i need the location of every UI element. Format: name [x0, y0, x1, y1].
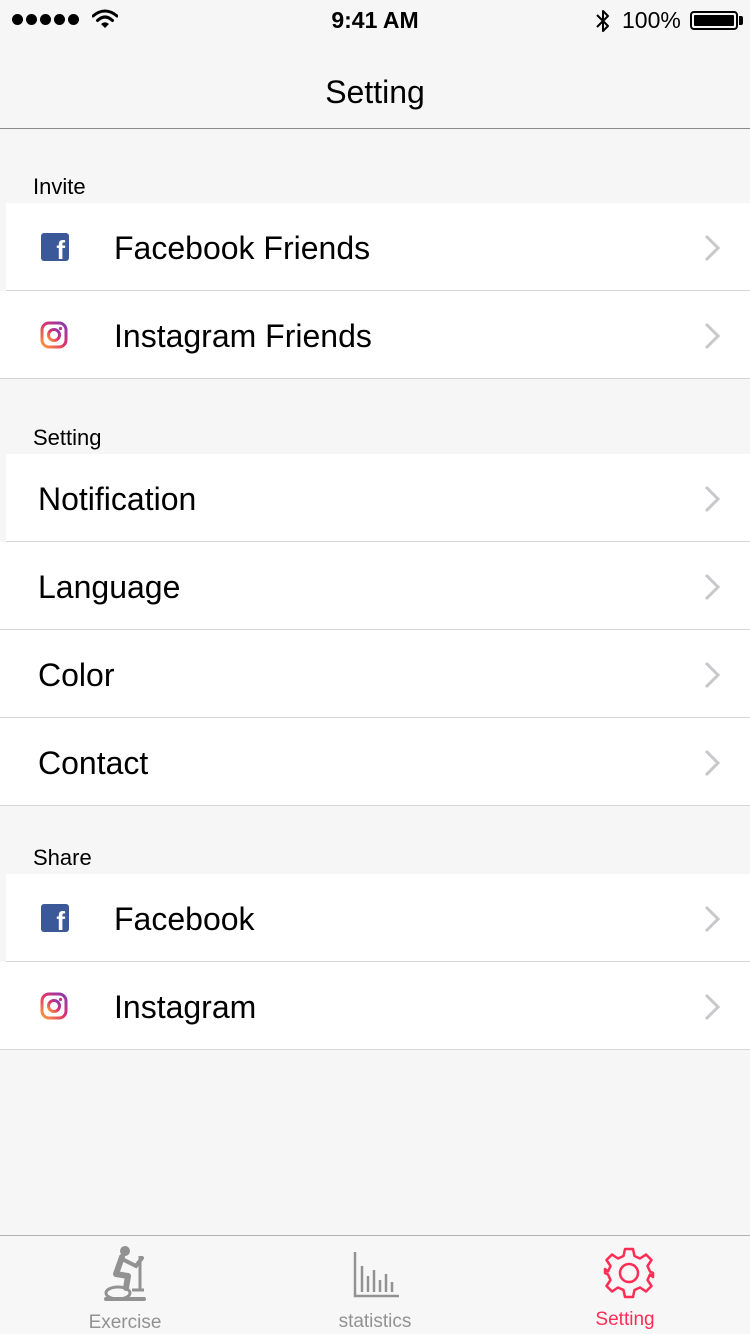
row-label: Instagram [114, 989, 257, 1025]
row-share-facebook[interactable]: f Facebook [6, 874, 750, 962]
row-contact[interactable]: Contact [0, 718, 750, 806]
facebook-icon: f [41, 904, 69, 932]
tab-label: Exercise [88, 1312, 162, 1333]
chevron-right-icon [704, 749, 720, 777]
bluetooth-icon [596, 10, 609, 32]
tab-statistics[interactable]: statistics [250, 1236, 500, 1334]
bar-chart-icon [353, 1252, 399, 1298]
tab-label: Setting [595, 1309, 655, 1330]
tab-bar: Exercise statistics Setting [0, 1235, 750, 1334]
row-label: Facebook [114, 901, 255, 937]
chevron-right-icon [704, 905, 720, 933]
chevron-right-icon [704, 993, 720, 1021]
battery-icon [690, 11, 738, 30]
instagram-icon [40, 992, 68, 1020]
row-instagram-friends[interactable]: Instagram Friends [0, 291, 750, 379]
gear-icon [603, 1247, 655, 1299]
chevron-right-icon [704, 485, 720, 513]
row-notification[interactable]: Notification [6, 454, 750, 542]
chevron-right-icon [704, 661, 720, 689]
row-label: Facebook Friends [114, 230, 371, 266]
section-header-share: Share [33, 845, 92, 870]
row-color[interactable]: Color [0, 630, 750, 718]
row-language[interactable]: Language [0, 542, 750, 630]
tab-label: statistics [338, 1311, 412, 1332]
page-title: Setting [325, 74, 425, 110]
navigation-bar: Setting [0, 40, 750, 129]
settings-list: Invite f Facebook Friends Instagram Frie… [0, 129, 750, 1235]
row-share-instagram[interactable]: Instagram [0, 962, 750, 1050]
tab-exercise[interactable]: Exercise [0, 1236, 250, 1334]
chevron-right-icon [704, 234, 720, 262]
facebook-icon: f [41, 233, 69, 261]
row-label: Language [38, 569, 181, 605]
section-header-invite: Invite [33, 174, 86, 199]
instagram-icon [40, 321, 68, 349]
section-header-setting: Setting [33, 425, 102, 450]
row-facebook-friends[interactable]: f Facebook Friends [6, 203, 750, 291]
row-label: Contact [38, 745, 149, 781]
chevron-right-icon [704, 322, 720, 350]
battery-percent: 100% [622, 7, 681, 33]
status-bar: 9:41 AM 100% [0, 0, 750, 40]
row-label: Notification [38, 481, 197, 517]
tab-setting[interactable]: Setting [500, 1236, 750, 1334]
row-label: Color [38, 657, 115, 693]
exercise-bike-icon [104, 1246, 146, 1301]
chevron-right-icon [704, 573, 720, 601]
row-label: Instagram Friends [114, 318, 372, 354]
